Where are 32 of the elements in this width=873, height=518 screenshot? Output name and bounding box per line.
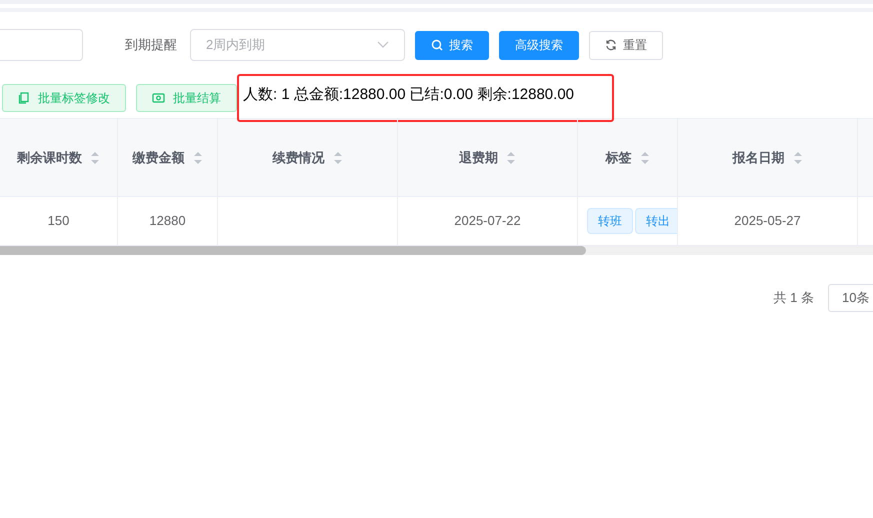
refresh-icon — [605, 39, 617, 51]
advanced-search-button[interactable]: 高级搜索 — [499, 30, 579, 60]
copy-icon — [18, 92, 30, 104]
search-button[interactable]: 搜索 — [415, 30, 489, 60]
sort-icon[interactable] — [506, 150, 516, 164]
column-header[interactable]: 缴费金额 — [118, 119, 218, 196]
total-count: 共 1 条 — [774, 289, 814, 308]
chevron-down-icon — [377, 41, 389, 49]
text-field[interactable] — [0, 29, 83, 61]
sort-icon[interactable] — [792, 150, 802, 164]
sort-icon[interactable] — [192, 150, 202, 164]
summary-text: 人数: 1 总金额:12880.00 已结:0.00 剩余:12880.00 — [243, 85, 574, 105]
column-header[interactable]: 续费情况 — [218, 119, 398, 196]
scrollbar-thumb[interactable] — [0, 246, 586, 255]
column-header[interactable]: 报名日期 — [678, 119, 858, 196]
table-cell: 12880 — [118, 197, 218, 245]
table-cell: 150 — [0, 197, 118, 245]
sort-icon[interactable] — [332, 150, 342, 164]
tag: 转出 — [635, 208, 677, 234]
reset-button[interactable]: 重置 — [589, 30, 663, 60]
search-icon — [431, 39, 443, 51]
page-size-select[interactable]: 10条 — [828, 284, 873, 312]
column-header[interactable]: 退费期 — [398, 119, 578, 196]
table-cell: 2025-05-27 — [678, 197, 858, 245]
sort-icon[interactable] — [90, 150, 100, 164]
tag: 转班 — [587, 208, 633, 234]
sort-icon[interactable] — [640, 150, 650, 164]
column-header[interactable]: 标签 — [578, 119, 678, 196]
column-header[interactable]: 剩余课时数 — [0, 119, 118, 196]
table-cell: 2025-07-22 — [398, 197, 578, 245]
money-icon — [152, 92, 165, 104]
field-label: 到期提醒 — [125, 36, 177, 54]
